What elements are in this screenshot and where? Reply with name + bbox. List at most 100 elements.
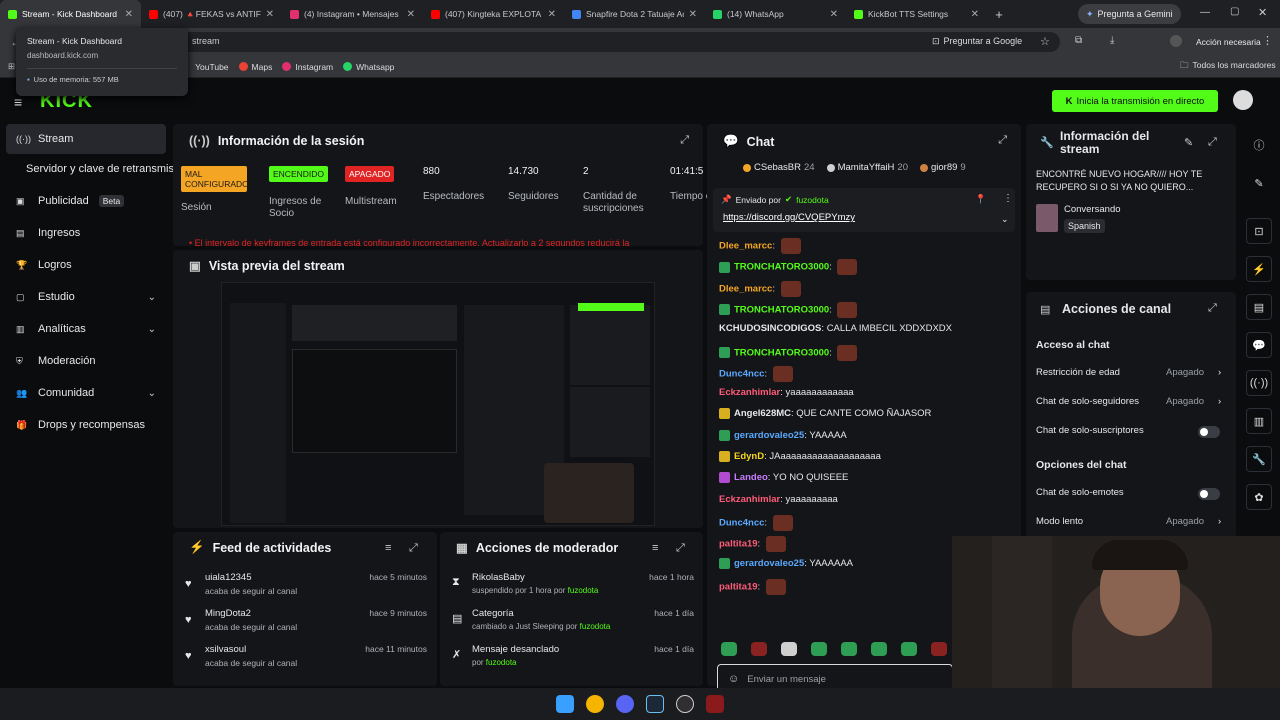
feed-user[interactable]: xsilvasoul — [205, 644, 246, 655]
chat-username[interactable]: gerardovaleo25 — [734, 558, 804, 569]
layers-icon[interactable]: ▥ — [1246, 408, 1272, 434]
chat-icon[interactable]: 💬 — [1246, 332, 1272, 358]
chat-username[interactable]: Dunc4ncc — [719, 368, 764, 379]
sidebar-item[interactable]: ▣ Publicidad Beta — [6, 186, 166, 216]
bookmark-instagram[interactable]: Instagram — [282, 62, 333, 72]
edit-icon[interactable]: ✎ — [1246, 170, 1272, 196]
chat-username[interactable]: KCHUDOSINCODIGOS — [719, 323, 821, 334]
profile-icon[interactable] — [1170, 35, 1182, 47]
close-tab-icon[interactable]: ✕ — [971, 9, 979, 20]
star-icon[interactable]: ☆ — [1040, 35, 1050, 48]
close-tab-icon[interactable]: ✕ — [548, 9, 556, 20]
sidebar-item[interactable]: ▥ Analíticas ⌄ — [6, 314, 166, 344]
emote-icon[interactable] — [721, 642, 737, 656]
emoji-icon[interactable]: ☺ — [728, 673, 739, 685]
sidebar-item[interactable]: 👥 Comunidad ⌄ — [6, 378, 166, 408]
bookmark-maps[interactable]: Maps — [238, 62, 272, 72]
chat-username[interactable]: TRONCHATORO3000 — [734, 347, 829, 358]
maximize-icon[interactable]: ▢ — [1230, 6, 1239, 17]
chat-username[interactable]: Eckzanhimlar — [719, 387, 780, 398]
expand-icon[interactable]: ⤢ — [998, 134, 1007, 147]
chat-username[interactable]: Landeo — [734, 472, 768, 483]
chat-username[interactable]: Dlee_marcc — [719, 241, 772, 252]
emote-icon[interactable] — [781, 642, 797, 656]
top-gifter[interactable]: CSebasBR 24 — [743, 162, 815, 173]
user-avatar[interactable] — [1233, 90, 1253, 110]
obs-icon[interactable] — [676, 695, 694, 713]
emote-icon[interactable] — [811, 642, 827, 656]
download-icon[interactable]: ⤓ — [1110, 35, 1114, 46]
filter-icon[interactable]: ≡ — [652, 542, 658, 554]
chat-username[interactable]: TRONCHATORO3000 — [734, 262, 829, 273]
go-live-button[interactable]: K Inicia la transmisión en directo — [1052, 90, 1218, 112]
browser-tab[interactable]: Stream - Kick Dashboard ✕ — [0, 0, 141, 28]
emote-icon[interactable] — [931, 642, 947, 656]
sidebar-item[interactable]: ⛨ Moderación — [6, 346, 166, 376]
pinned-link[interactable]: https://discord.gg/CVQEPYmzy — [723, 212, 855, 223]
sidebar-item[interactable]: ▤ Ingresos — [6, 218, 166, 248]
chat-username[interactable]: Dlee_marcc — [719, 283, 772, 294]
chat-username[interactable]: Angel628MC — [734, 408, 791, 419]
feed-user[interactable]: uiala12345 — [205, 572, 252, 583]
url-field[interactable]: stream — [180, 32, 1060, 52]
expand-icon[interactable]: ⤢ — [1208, 302, 1217, 315]
apps-icon[interactable]: ⊞ — [8, 61, 15, 72]
browser-tab[interactable]: KickBot TTS Settings ✕ — [846, 0, 987, 28]
camera-icon[interactable]: ⊡ — [1246, 218, 1272, 244]
close-tab-icon[interactable]: ✕ — [407, 9, 415, 20]
ask-google-button[interactable]: ⊡ Preguntar a Google — [932, 36, 1022, 47]
sidebar-item[interactable]: 🏆 Logros — [6, 250, 166, 280]
bookmark-whatsapp[interactable]: Whatsapp — [343, 62, 394, 72]
more-icon[interactable]: ⋮ — [1003, 193, 1013, 204]
close-tab-icon[interactable]: ✕ — [125, 9, 133, 20]
emote-icon[interactable] — [751, 642, 767, 656]
broadcast-icon[interactable]: ((·)) — [1246, 370, 1272, 396]
top-gifter[interactable]: gior89 9 — [920, 162, 966, 173]
toggle-switch[interactable] — [1198, 426, 1220, 438]
windows-start-icon[interactable] — [556, 695, 574, 713]
top-gifter[interactable]: MamitaYffaiH 20 — [826, 162, 908, 173]
expand-icon[interactable]: ⤢ — [676, 542, 685, 555]
extensions-icon[interactable]: ⧉ — [1075, 35, 1082, 46]
expand-icon[interactable]: ⤢ — [680, 134, 689, 147]
emote-icon[interactable] — [871, 642, 887, 656]
discord-icon[interactable] — [616, 695, 634, 713]
close-tab-icon[interactable]: ✕ — [689, 9, 697, 20]
browser-tab[interactable]: Snapfire Dota 2 Tatuaje Ac ✕ — [564, 0, 705, 28]
channel-setting-row[interactable]: Restricción de edad Apagado › — [1036, 367, 1226, 383]
sidebar-item[interactable]: Servidor y clave de retransmisión — [6, 154, 189, 184]
chat-username[interactable]: paltita19 — [719, 581, 758, 592]
minimize-icon[interactable]: — — [1200, 7, 1210, 18]
lightning-icon[interactable]: ⚡ — [1246, 256, 1272, 282]
app-icon[interactable] — [706, 695, 724, 713]
feed-user[interactable]: MingDota2 — [205, 608, 251, 619]
stack-icon[interactable]: ▤ — [1246, 294, 1272, 320]
required-action-button[interactable]: Acción necesaria — [1196, 37, 1261, 47]
mod-action-by[interactable]: fuzodota — [568, 586, 599, 595]
menu-icon[interactable]: ⋮ — [1262, 34, 1273, 47]
close-tab-icon[interactable]: ✕ — [830, 9, 838, 20]
browser-tab[interactable]: (14) WhatsApp ✕ — [705, 0, 846, 28]
sidebar-item[interactable]: ((·)) Stream — [6, 124, 166, 154]
stream-preview-video[interactable] — [221, 282, 655, 526]
mod-action-by[interactable]: fuzodota — [486, 658, 517, 667]
all-bookmarks[interactable]: 🗀 Todos los marcadores — [1180, 60, 1276, 74]
chrome-icon[interactable] — [586, 695, 604, 713]
chat-username[interactable]: Eckzanhimlar — [719, 494, 780, 505]
chat-username[interactable]: gerardovaleo25 — [734, 430, 804, 441]
channel-setting-row[interactable]: Chat de solo-seguidores Apagado › — [1036, 396, 1226, 412]
toggle-switch[interactable] — [1198, 488, 1220, 500]
browser-tab[interactable]: (4) Instagram • Mensajes ✕ — [282, 0, 423, 28]
expand-icon[interactable]: ⤢ — [1208, 136, 1217, 149]
bookmark-youtube[interactable]: YouTube — [195, 62, 228, 72]
palette-icon[interactable]: ✿ — [1246, 484, 1272, 510]
browser-tab[interactable]: (407) 🔺FEKAS vs ANTIFE ✕ — [141, 0, 282, 28]
gemini-button[interactable]: ✦ Pregunta a Gemini — [1078, 4, 1181, 24]
wrench-icon[interactable]: 🔧 — [1246, 446, 1272, 472]
browser-tab[interactable]: (407) Kingteka EXPLOTA c ✕ — [423, 0, 564, 28]
info-icon[interactable]: ⓘ — [1246, 132, 1272, 158]
new-tab-button[interactable]: + — [987, 7, 1011, 22]
pin-toggle-icon[interactable]: 📍 — [975, 194, 986, 205]
chat-username[interactable]: TRONCHATORO3000 — [734, 304, 829, 315]
filter-icon[interactable]: ≡ — [385, 542, 391, 554]
